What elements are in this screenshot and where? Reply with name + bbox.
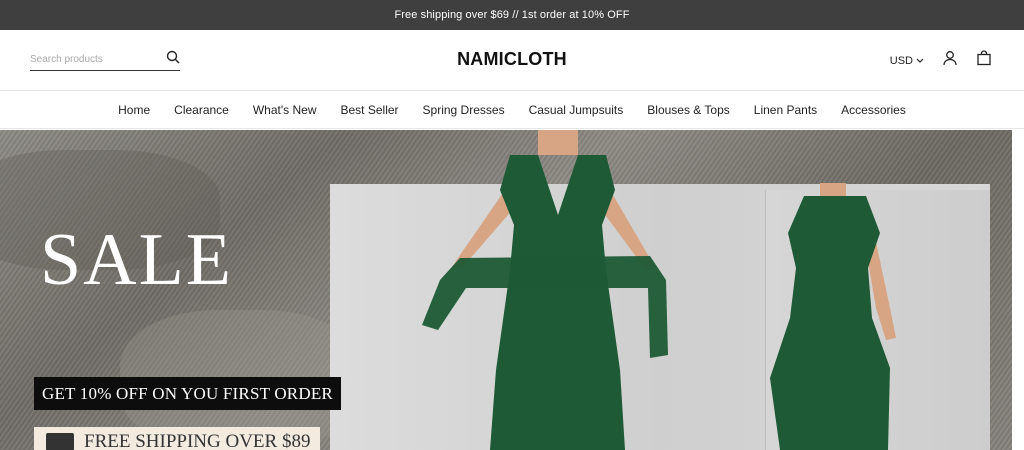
nav-item-home[interactable]: Home xyxy=(118,103,150,117)
brand-logo[interactable]: NAMICLOTH xyxy=(0,49,1024,70)
sale-heading: SALE xyxy=(40,219,233,301)
chevron-down-icon xyxy=(916,55,924,67)
currency-selector[interactable]: USD xyxy=(890,55,924,67)
hero-banner[interactable]: SALE GET 10% OFF ON YOU FIRST ORDER FREE… xyxy=(0,130,1012,450)
site-header: NAMICLOTH USD xyxy=(0,30,1024,91)
main-navigation: Home Clearance What's New Best Seller Sp… xyxy=(0,91,1024,129)
nav-item-clearance[interactable]: Clearance xyxy=(174,103,229,117)
nav-item-accessories[interactable]: Accessories xyxy=(841,103,906,117)
truck-icon xyxy=(46,433,74,450)
nav-item-best-seller[interactable]: Best Seller xyxy=(341,103,399,117)
user-icon[interactable] xyxy=(942,50,958,71)
model-front-image xyxy=(422,130,668,450)
currency-label: USD xyxy=(889,54,913,67)
nav-item-whats-new[interactable]: What's New xyxy=(253,103,317,117)
nav-item-blouses-tops[interactable]: Blouses & Tops xyxy=(647,103,730,117)
nav-item-spring-dresses[interactable]: Spring Dresses xyxy=(423,103,505,117)
free-shipping-text: FREE SHIPPING OVER $89 xyxy=(84,431,311,450)
free-shipping-badge: FREE SHIPPING OVER $89 xyxy=(34,427,321,450)
nav-item-linen-pants[interactable]: Linen Pants xyxy=(754,103,817,117)
announcement-text: Free shipping over $69 // 1st order at 1… xyxy=(394,9,630,21)
header-actions: USD xyxy=(890,50,992,71)
announcement-bar: Free shipping over $69 // 1st order at 1… xyxy=(0,0,1024,30)
nav-item-casual-jumpsuits[interactable]: Casual Jumpsuits xyxy=(529,103,624,117)
model-back-image xyxy=(770,183,896,450)
first-order-badge: GET 10% OFF ON YOU FIRST ORDER xyxy=(34,377,341,410)
bag-icon[interactable] xyxy=(976,50,992,71)
